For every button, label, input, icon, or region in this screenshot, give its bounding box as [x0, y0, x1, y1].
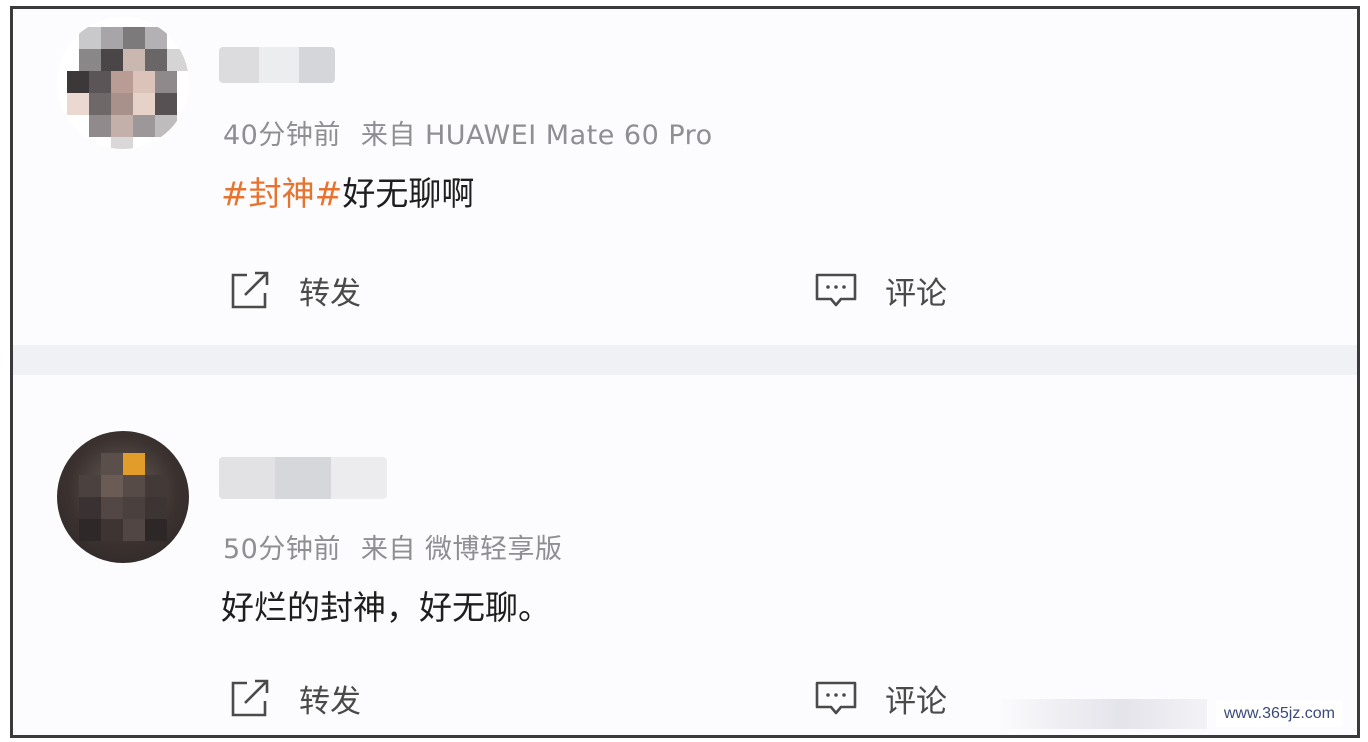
- username-blurred[interactable]: [219, 47, 335, 83]
- hashtag-link[interactable]: #封神#: [221, 174, 342, 213]
- post-divider: [13, 345, 1357, 375]
- post-time: 50分钟前: [223, 534, 341, 565]
- comment-icon: [815, 273, 857, 307]
- username-blurred[interactable]: [219, 457, 387, 499]
- post-meta: 50分钟前 来自 微博轻享版: [223, 527, 562, 566]
- repost-label: 转发: [299, 683, 361, 720]
- comment-label: 评论: [885, 683, 947, 720]
- post-content: 好烂的封神，好无聊。: [221, 581, 551, 629]
- post-content: #封神#好无聊啊: [221, 167, 474, 215]
- weibo-post: 50分钟前 来自 微博轻享版 好烂的封神，好无聊。 转发 评论: [13, 375, 1357, 735]
- post-text: 好无聊啊: [342, 174, 475, 213]
- screenshot-frame: 40分钟前 来自 HUAWEI Mate 60 Pro #封神#好无聊啊 转发 评…: [10, 6, 1360, 738]
- post-text: 好烂的封神，好无聊。: [221, 588, 551, 627]
- post-source[interactable]: 来自 HUAWEI Mate 60 Pro: [361, 120, 713, 151]
- post-source[interactable]: 来自 微博轻享版: [361, 534, 563, 565]
- avatar[interactable]: [57, 17, 189, 149]
- comment-label: 评论: [885, 275, 947, 312]
- comment-button[interactable]: 评论: [813, 267, 947, 313]
- watermark-blur: [997, 699, 1207, 729]
- repost-button[interactable]: 转发: [227, 675, 361, 721]
- repost-icon: [231, 679, 269, 717]
- repost-label: 转发: [299, 275, 361, 312]
- post-meta: 40分钟前 来自 HUAWEI Mate 60 Pro: [223, 113, 713, 152]
- avatar[interactable]: [57, 431, 189, 563]
- comment-icon: [815, 681, 857, 715]
- comment-button[interactable]: 评论: [813, 675, 947, 721]
- watermark: www.365jz.com: [1215, 701, 1343, 727]
- weibo-post: 40分钟前 来自 HUAWEI Mate 60 Pro #封神#好无聊啊 转发 评…: [13, 9, 1357, 345]
- repost-button[interactable]: 转发: [227, 267, 361, 313]
- repost-icon: [231, 271, 269, 309]
- post-time: 40分钟前: [223, 120, 341, 151]
